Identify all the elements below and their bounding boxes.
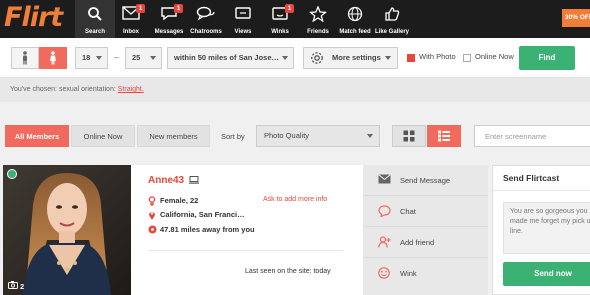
flirtcast-message[interactable]: You are so gorgeous you made me forget m… (503, 202, 590, 254)
chat-label: Chat (400, 207, 416, 216)
send-message-button[interactable]: Send Message (363, 165, 488, 196)
flirtcast-panel: Send Flirtcast You are so gorgeous you m… (492, 165, 590, 295)
age-max-select[interactable]: 25 (125, 47, 162, 69)
chevron-down-icon (96, 56, 102, 60)
online-now-label: Online Now (475, 52, 514, 61)
star-icon (309, 6, 327, 22)
male-figure-icon (23, 51, 27, 65)
age-max-value: 25 (132, 53, 141, 62)
ask-more-info-link[interactable]: Ask to add more info (263, 196, 327, 203)
chevron-down-icon (367, 134, 373, 138)
grid-view-button[interactable] (392, 125, 426, 147)
flirtcast-divider (493, 190, 590, 191)
grid-icon (403, 130, 415, 142)
nav-label: Like Gallery (374, 29, 410, 35)
chat-button[interactable]: Chat (363, 196, 488, 227)
camera-icon (8, 281, 18, 289)
flirt-logo[interactable]: Flirt (4, 3, 74, 33)
profile-photo[interactable]: 2 (3, 165, 131, 295)
with-photo-label: With Photo (419, 52, 456, 61)
gender-age-text: Female, 22 (160, 196, 199, 205)
photo-count[interactable]: 2 (8, 281, 24, 291)
profile-card: 2 Anne43 Female, 22 California, San Fran… (3, 165, 488, 295)
distance-text: 47.81 miles away from you (160, 225, 255, 234)
send-message-label: Send Message (400, 176, 451, 185)
profile-photo-illustration (3, 165, 131, 295)
female-symbol-icon (148, 196, 156, 206)
thumbs-up-icon (385, 7, 400, 21)
profile-location: California, San Franci… (148, 210, 245, 220)
winks-count-badge: 1 (285, 4, 294, 13)
sort-by-label: Sort by (221, 132, 245, 141)
flirtcast-title: Send Flirtcast (503, 173, 560, 183)
tab-new-members[interactable]: New members (137, 125, 210, 147)
location-value: within 50 miles of San Jose… (174, 53, 280, 62)
gender-male-toggle[interactable] (11, 47, 39, 69)
chosen-filters-bar: You've chosen: sexual orientation: Strai… (0, 78, 590, 102)
online-status-indicator (7, 169, 17, 179)
tab-online-now[interactable]: Online Now (71, 125, 135, 147)
more-settings-label: More settings (332, 53, 381, 62)
profile-distance: 47.81 miles away from you (148, 225, 255, 234)
profile-username-link[interactable]: Anne43 (148, 175, 184, 186)
add-friend-button[interactable]: Add friend (363, 227, 488, 258)
chatrooms-icon (196, 6, 215, 21)
location-text: California, San Franci… (160, 210, 245, 219)
discount-promo-badge[interactable]: 30% OFF (562, 9, 590, 27)
sort-value: Photo Quality (264, 131, 310, 140)
wink-face-icon (378, 267, 390, 279)
send-now-button[interactable]: Send now (503, 262, 590, 286)
last-seen-text: Last seen on the site: today (245, 268, 331, 275)
online-now-checkbox[interactable] (463, 54, 471, 62)
messages-count-badge: 1 (174, 4, 183, 13)
chevron-down-icon (385, 56, 391, 60)
sort-select[interactable]: Photo Quality (256, 125, 380, 147)
age-min-value: 18 (82, 53, 91, 62)
eye-icon (235, 7, 251, 19)
more-settings-button[interactable]: More settings (303, 47, 398, 69)
inbox-count-badge: 1 (136, 4, 145, 13)
profile-actions: Send Message Chat Add friend Wink (363, 165, 488, 295)
chosen-prefix: You've chosen: (10, 86, 58, 93)
search-icon (88, 7, 102, 21)
chosen-label: sexual orientation: (58, 86, 116, 93)
wink-button[interactable]: Wink (363, 258, 488, 289)
screenname-search-input[interactable] (474, 125, 590, 147)
with-photo-checkbox[interactable] (407, 54, 415, 62)
orientation-filter-link[interactable]: Straight. (118, 86, 144, 93)
nav-like-gallery[interactable]: Like Gallery (372, 0, 412, 38)
age-min-select[interactable]: 18 (75, 47, 108, 69)
wink-label: Wink (400, 269, 417, 278)
envelope-icon (378, 174, 391, 184)
card-divider (148, 250, 343, 251)
globe-icon (347, 6, 363, 22)
find-button[interactable]: Find (519, 46, 575, 70)
list-view-button[interactable] (427, 125, 461, 147)
gear-icon (311, 52, 323, 64)
chevron-down-icon (282, 56, 288, 60)
distance-icon (148, 225, 157, 234)
desktop-icon (189, 176, 199, 184)
tab-all-members[interactable]: All Members (5, 125, 69, 147)
age-range-dash: – (114, 52, 120, 62)
add-friend-label: Add friend (400, 238, 435, 247)
top-navigation-bar: Flirt Search 1 Inbox 1 Messages Chatroom… (0, 0, 590, 38)
gender-female-toggle[interactable] (39, 47, 67, 69)
list-icon (438, 130, 450, 142)
female-figure-icon (50, 51, 56, 65)
chat-bubble-icon (378, 205, 391, 217)
photo-count-value: 2 (20, 282, 25, 291)
add-friend-icon (378, 236, 391, 248)
profile-gender-age: Female, 22 (148, 196, 199, 206)
map-pin-icon (149, 212, 155, 220)
chevron-down-icon (150, 56, 156, 60)
search-filter-bar: 18 – 25 within 50 miles of San Jose… Mor… (0, 38, 590, 78)
location-select[interactable]: within 50 miles of San Jose… (167, 47, 294, 69)
